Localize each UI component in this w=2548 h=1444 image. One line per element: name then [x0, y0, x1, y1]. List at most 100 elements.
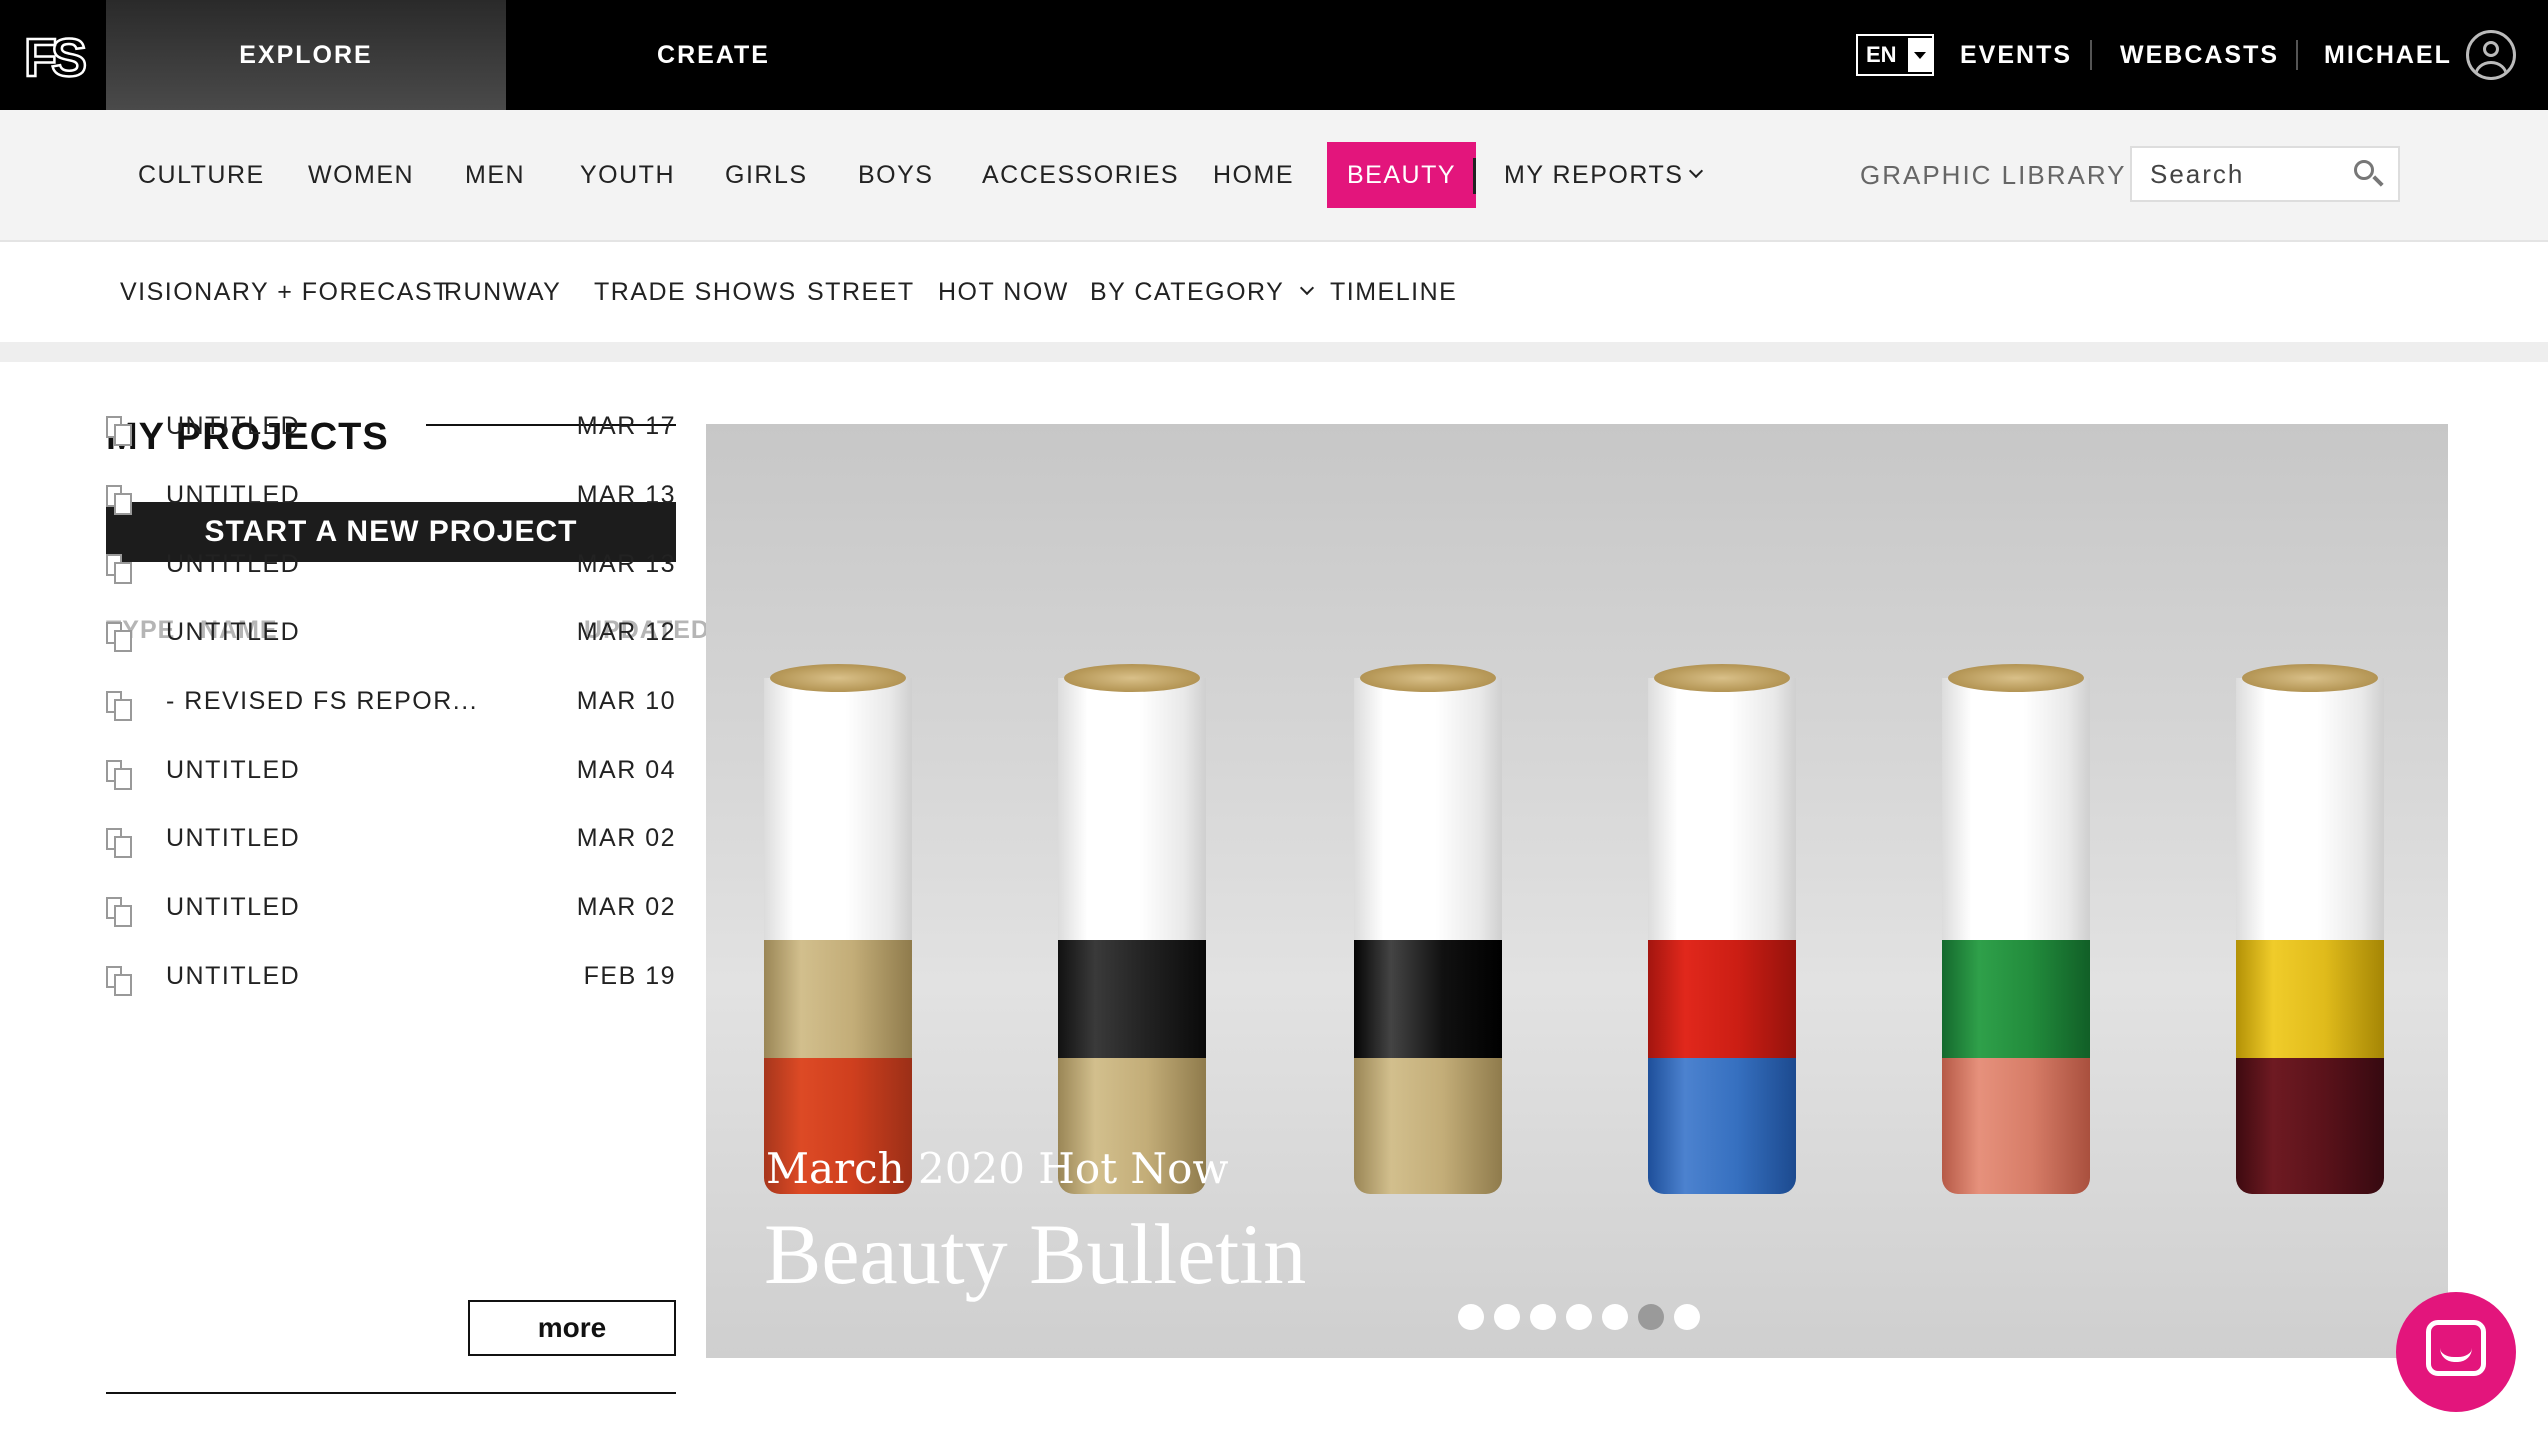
- my-reports-label: MY REPORTS: [1504, 160, 1684, 189]
- nav-item-culture[interactable]: CULTURE: [138, 142, 265, 208]
- nav-item-home[interactable]: HOME: [1213, 142, 1294, 208]
- user-avatar-icon[interactable]: [2466, 30, 2516, 80]
- hero-subtitle: March 2020 Hot Now: [766, 1144, 1229, 1193]
- tab-create-label: CREATE: [657, 40, 770, 69]
- nav-item-beauty[interactable]: BEAUTY: [1327, 142, 1477, 208]
- dropdown-arrow-icon: [1908, 38, 1932, 72]
- project-row[interactable]: - REVISED FS REPOR... MAR 10: [106, 673, 676, 733]
- carousel-dot[interactable]: [1638, 1304, 1664, 1330]
- project-updated-date: MAR 02: [576, 893, 676, 921]
- project-type-icon: [106, 691, 136, 721]
- nav-item-women[interactable]: WOMEN: [308, 142, 414, 208]
- subnav-by-category[interactable]: BY CATEGORY: [1090, 242, 1315, 342]
- user-menu-link[interactable]: MICHAEL: [2324, 0, 2452, 110]
- project-type-icon: [106, 760, 136, 790]
- hero-image-lipstick: [1354, 664, 1502, 1194]
- carousel-dot[interactable]: [1458, 1304, 1484, 1330]
- subnav-hot-now[interactable]: HOT NOW: [938, 242, 1069, 342]
- sub-nav: VISIONARY + FORECAST RUNWAY TRADE SHOWS …: [0, 242, 2548, 342]
- project-updated-date: MAR 12: [576, 618, 676, 646]
- project-type-icon: [106, 485, 136, 515]
- separator: [2296, 40, 2298, 70]
- subnav-street[interactable]: STREET: [807, 242, 915, 342]
- project-updated-date: FEB 19: [583, 962, 676, 990]
- project-name: UNTITLED: [166, 893, 301, 921]
- tab-explore-label: EXPLORE: [239, 40, 373, 69]
- project-name: UNTITLED: [166, 481, 301, 509]
- subnav-timeline[interactable]: TIMELINE: [1330, 242, 1457, 342]
- tab-create[interactable]: CREATE: [506, 0, 921, 110]
- nav-item-accessories[interactable]: ACCESSORIES: [982, 142, 1179, 208]
- more-button[interactable]: more: [468, 1300, 676, 1356]
- project-row[interactable]: UNTITLED MAR 17: [106, 398, 676, 458]
- hero-image-lipstick: [764, 664, 912, 1194]
- fs-logo-icon[interactable]: FS: [24, 28, 104, 84]
- carousel-dot[interactable]: [1494, 1304, 1520, 1330]
- chevron-down-icon: [1300, 280, 1315, 296]
- chat-launcher-button[interactable]: [2396, 1292, 2516, 1412]
- project-type-icon: [106, 897, 136, 927]
- project-type-icon: [106, 622, 136, 652]
- language-code: EN: [1866, 42, 1897, 67]
- language-select[interactable]: EN: [1856, 34, 1934, 76]
- search-input[interactable]: [2132, 148, 2342, 200]
- graphic-library-link[interactable]: GRAPHIC LIBRARY: [1860, 142, 2126, 208]
- carousel-dot[interactable]: [1566, 1304, 1592, 1330]
- project-row[interactable]: UNTITLED MAR 12: [106, 604, 676, 664]
- nav-item-girls[interactable]: GIRLS: [725, 142, 808, 208]
- hero-carousel[interactable]: March 2020 Hot Now Beauty Bulletin: [706, 424, 2448, 1358]
- project-updated-date: MAR 17: [576, 412, 676, 440]
- project-type-icon: [106, 966, 136, 996]
- svg-text:FS: FS: [24, 28, 85, 84]
- search-icon[interactable]: [2354, 160, 2384, 187]
- top-bar: FS EXPLORE CREATE EN EVENTS WEBCASTS MIC…: [0, 0, 2548, 128]
- by-category-label: BY CATEGORY: [1090, 277, 1285, 306]
- carousel-dot[interactable]: [1674, 1304, 1700, 1330]
- hero-image-lipstick: [2236, 664, 2384, 1194]
- project-row[interactable]: UNTITLED MAR 13: [106, 467, 676, 527]
- project-name: UNTITLED: [166, 550, 301, 578]
- project-name: UNTITLED: [166, 412, 301, 440]
- hero-image-lipstick: [1942, 664, 2090, 1194]
- hero-image-lipstick: [1648, 664, 1796, 1194]
- carousel-dot[interactable]: [1530, 1304, 1556, 1330]
- carousel-dot[interactable]: [1602, 1304, 1628, 1330]
- subnav-visionary-forecast[interactable]: VISIONARY + FORECAST: [120, 242, 450, 342]
- divider: [0, 342, 2548, 362]
- subnav-trade-shows[interactable]: TRADE SHOWS: [594, 242, 797, 342]
- project-name: UNTITLED: [166, 756, 301, 784]
- nav-separator: [1473, 158, 1476, 194]
- chevron-down-icon: [1689, 163, 1704, 179]
- project-name: - REVISED FS REPOR...: [166, 687, 479, 715]
- separator: [2090, 40, 2092, 70]
- hero-title[interactable]: Beauty Bulletin: [764, 1204, 1306, 1304]
- project-updated-date: MAR 10: [576, 687, 676, 715]
- project-name: UNTITLED: [166, 962, 301, 990]
- project-name: UNTITLED: [166, 618, 301, 646]
- events-link[interactable]: EVENTS: [1960, 0, 2072, 110]
- project-row[interactable]: UNTITLED MAR 02: [106, 879, 676, 939]
- project-row[interactable]: UNTITLED MAR 02: [106, 810, 676, 870]
- project-type-icon: [106, 554, 136, 584]
- nav-item-men[interactable]: MEN: [465, 142, 525, 208]
- nav-item-boys[interactable]: BOYS: [858, 142, 933, 208]
- subnav-runway[interactable]: RUNWAY: [444, 242, 561, 342]
- project-updated-date: MAR 13: [576, 481, 676, 509]
- project-type-icon: [106, 416, 136, 446]
- search-box: [2130, 146, 2400, 202]
- carousel-dots: [1458, 1304, 1700, 1330]
- project-type-icon: [106, 828, 136, 858]
- project-row[interactable]: UNTITLED FEB 19: [106, 948, 676, 1008]
- project-updated-date: MAR 04: [576, 756, 676, 784]
- project-updated-date: MAR 13: [576, 550, 676, 578]
- project-row[interactable]: UNTITLED MAR 04: [106, 742, 676, 802]
- project-row[interactable]: UNTITLED MAR 13: [106, 536, 676, 596]
- tab-explore[interactable]: EXPLORE: [106, 0, 506, 128]
- project-updated-date: MAR 02: [576, 824, 676, 852]
- category-nav: CULTURE WOMEN MEN YOUTH GIRLS BOYS ACCES…: [0, 110, 2548, 242]
- my-reports-dropdown[interactable]: MY REPORTS: [1504, 142, 1704, 208]
- nav-item-youth[interactable]: YOUTH: [580, 142, 675, 208]
- hero-image-lipstick: [1058, 664, 1206, 1194]
- webcasts-link[interactable]: WEBCASTS: [2120, 0, 2279, 110]
- project-name: UNTITLED: [166, 824, 301, 852]
